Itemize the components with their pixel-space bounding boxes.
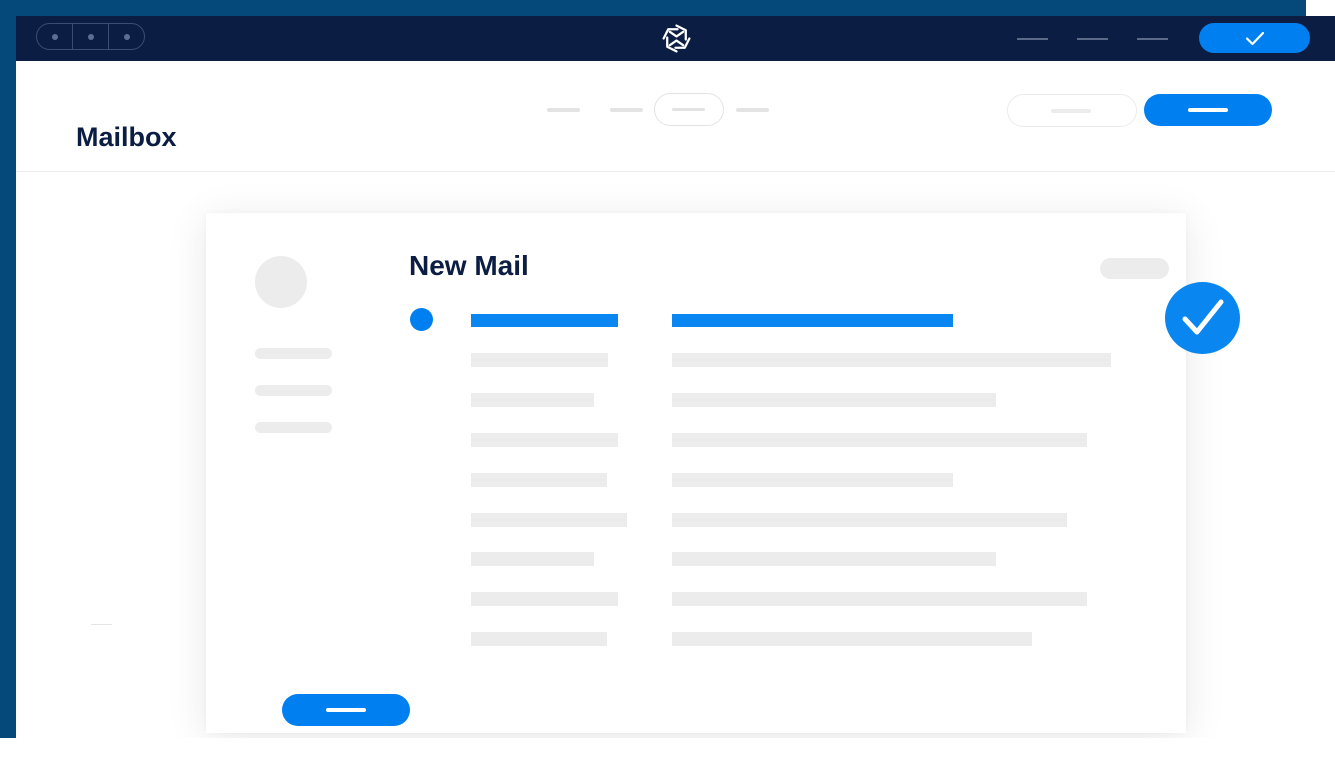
mail-sender — [471, 314, 618, 327]
nav-item-2[interactable] — [1077, 38, 1108, 40]
mail-subject — [672, 393, 996, 407]
mail-row[interactable] — [206, 433, 1186, 447]
tab-1[interactable] — [547, 108, 580, 112]
mail-sender — [471, 353, 608, 367]
checkmark-icon — [1245, 31, 1264, 45]
mail-sender — [471, 473, 607, 487]
mail-subject — [672, 592, 1087, 606]
mail-row[interactable] — [206, 552, 1186, 566]
mail-row[interactable] — [206, 513, 1186, 527]
nav-item-1[interactable] — [1017, 38, 1048, 40]
send-button[interactable] — [282, 694, 410, 726]
tab-3-active[interactable] — [654, 93, 724, 126]
mail-row[interactable] — [206, 353, 1186, 367]
mail-row[interactable] — [206, 473, 1186, 487]
sidebar-line-3[interactable] — [255, 422, 332, 433]
mail-subject — [672, 473, 953, 487]
page-title: Mailbox — [76, 122, 177, 152]
mail-row[interactable] — [206, 592, 1186, 606]
avatar — [255, 256, 307, 308]
mail-subject — [672, 433, 1087, 447]
tab-2[interactable] — [610, 108, 643, 112]
mail-subject — [672, 513, 1067, 527]
mail-subject — [672, 552, 996, 566]
mail-row[interactable] — [206, 393, 1186, 407]
mail-subject — [672, 314, 953, 327]
mail-sender — [471, 632, 607, 646]
app-window: Mailbox New Mail — [16, 16, 1335, 738]
mail-sender — [471, 592, 618, 606]
page-header: Mailbox — [16, 61, 1335, 172]
card-action-pill[interactable] — [1100, 258, 1169, 279]
sent-confirmation-badge — [1165, 282, 1240, 354]
mail-sender — [471, 433, 618, 447]
mail-subject — [672, 632, 1032, 646]
mail-subject — [672, 353, 1111, 367]
tab-4[interactable] — [736, 108, 769, 112]
window-control-close[interactable] — [37, 24, 73, 49]
window-control-minimize[interactable] — [73, 24, 109, 49]
mail-sender — [471, 393, 594, 407]
card-title: New Mail — [409, 250, 529, 281]
brand-logo-icon[interactable] — [660, 22, 693, 55]
divider — [91, 624, 112, 625]
title-bar — [16, 16, 1335, 61]
mail-row[interactable] — [206, 632, 1186, 646]
checkmark-icon — [1182, 299, 1223, 335]
window-controls — [36, 23, 145, 50]
secondary-button[interactable] — [1007, 94, 1137, 127]
new-mail-card: New Mail — [206, 213, 1186, 733]
window-control-maximize[interactable] — [109, 24, 144, 49]
mail-sender — [471, 552, 594, 566]
nav-item-3[interactable] — [1137, 38, 1168, 40]
primary-button[interactable] — [1144, 94, 1272, 126]
mail-sender — [471, 513, 627, 527]
top-confirm-button[interactable] — [1199, 23, 1310, 53]
mail-row-active[interactable] — [206, 314, 1186, 328]
